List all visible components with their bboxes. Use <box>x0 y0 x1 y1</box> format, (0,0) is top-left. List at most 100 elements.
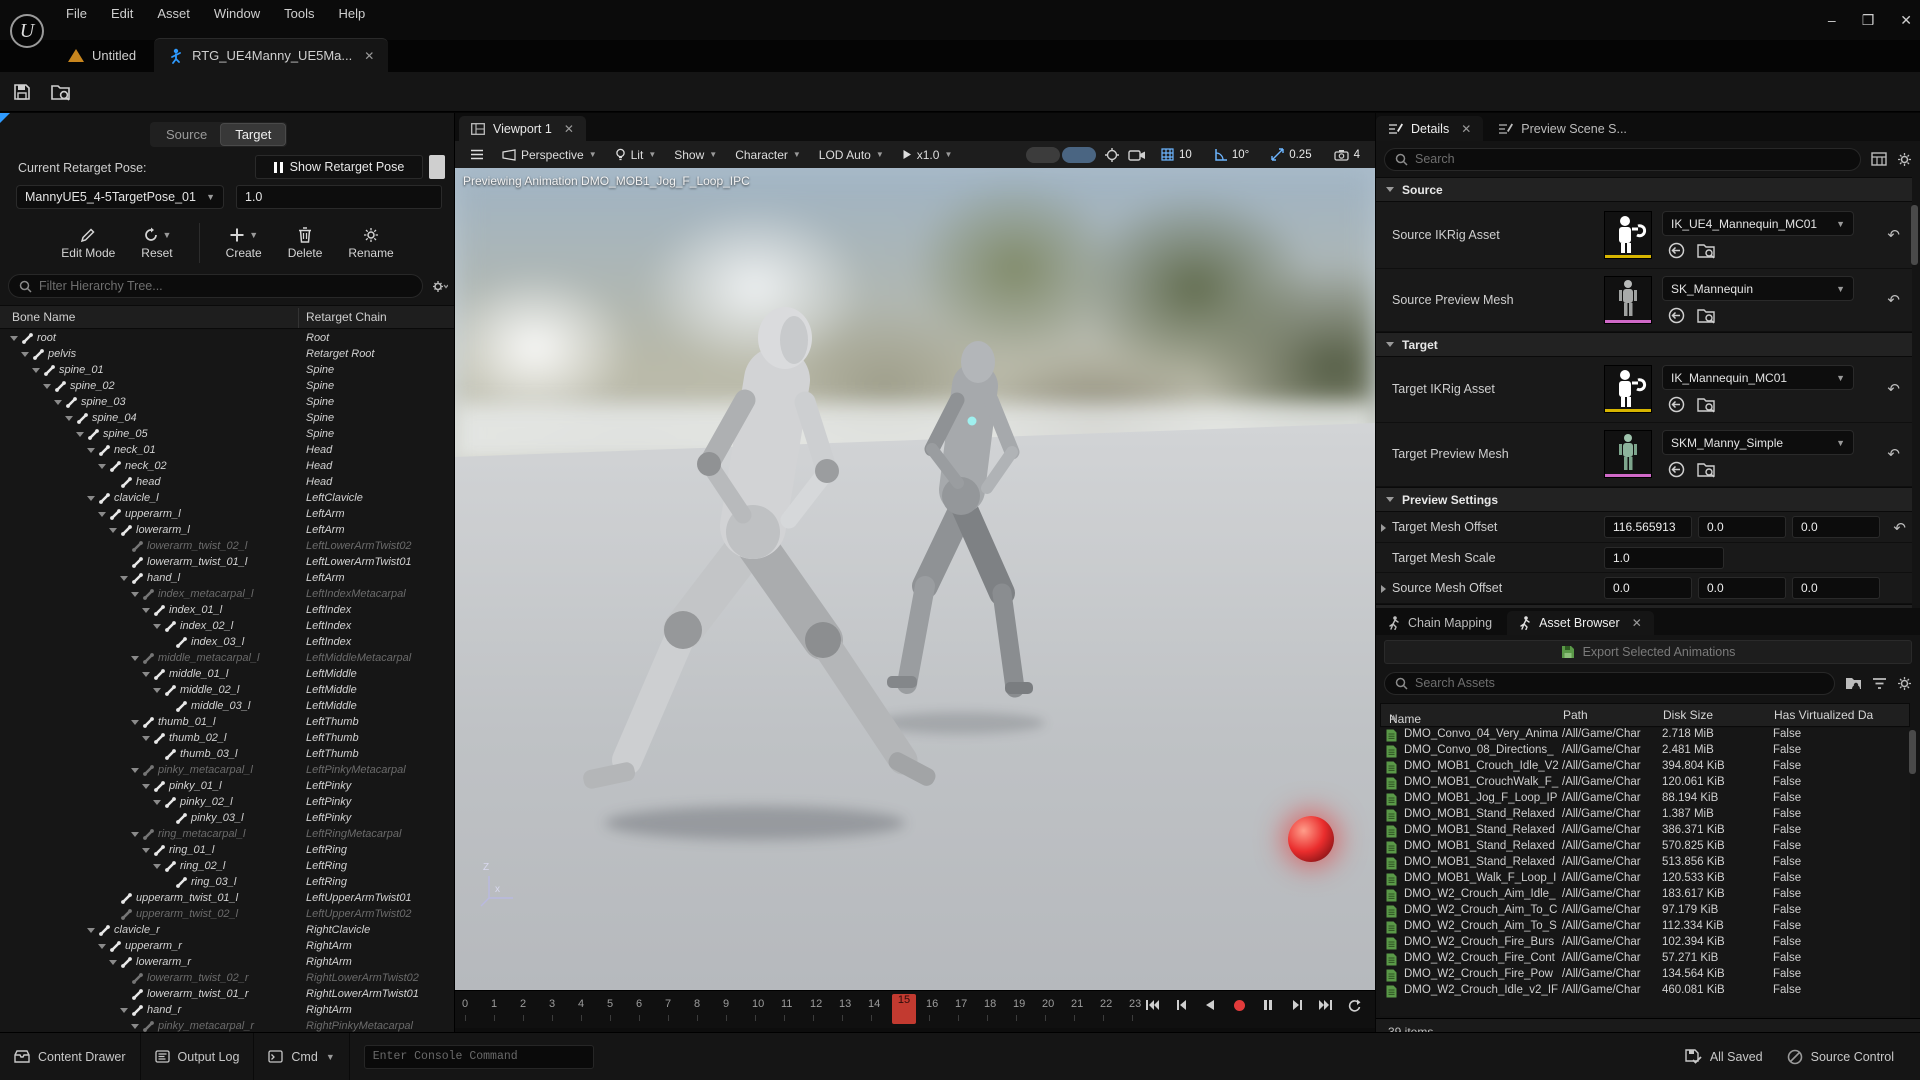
tab-details[interactable]: Details ✕ <box>1376 116 1483 141</box>
viewport-3d-scene[interactable]: Previewing Animation DMO_MOB1_Jog_F_Loop… <box>455 168 1375 990</box>
expander-icon[interactable] <box>87 448 95 453</box>
menu-file[interactable]: File <box>54 2 99 25</box>
browse-to-asset-icon[interactable] <box>1697 461 1716 478</box>
camera-speed-icon[interactable] <box>1128 148 1146 162</box>
expander-icon[interactable] <box>131 768 139 773</box>
create-button[interactable]: ▼Create <box>226 227 262 260</box>
browse-to-asset-icon[interactable] <box>1697 242 1716 259</box>
offset-x-field[interactable]: 0.0 <box>1604 577 1692 599</box>
asset-row[interactable]: DMO_MOB1_Stand_Relaxed/All/Game/Char570.… <box>1380 840 1910 856</box>
tree-row[interactable]: clavicle_lLeftClavicle <box>0 490 455 506</box>
expander-icon[interactable] <box>32 368 40 373</box>
tree-row[interactable]: lowerarm_twist_01_lLeftLowerArmTwist01 <box>0 554 455 570</box>
pause-button[interactable] <box>1258 995 1278 1015</box>
all-saved-status[interactable]: All Saved <box>1685 1049 1763 1064</box>
expander-icon[interactable] <box>131 720 139 725</box>
cmd-dropdown[interactable]: Cmd ▼ <box>254 1033 349 1080</box>
tree-row[interactable]: pinky_01_lLeftPinky <box>0 778 455 794</box>
display-filter-icon[interactable] <box>1871 152 1887 166</box>
pose-dropdown[interactable]: MannyUE5_4-5TargetPose_01 ▼ <box>16 185 224 209</box>
tree-settings-gear-icon[interactable] <box>431 279 448 294</box>
tree-row[interactable]: ring_03_lLeftRing <box>0 874 455 890</box>
frame-label[interactable]: 21 <box>1071 998 1083 1010</box>
asset-list-scrollbar[interactable] <box>1909 730 1916 774</box>
asset-row[interactable]: DMO_MOB1_Stand_Relaxed/All/Game/Char386.… <box>1380 824 1910 840</box>
asset-row[interactable]: DMO_W2_Crouch_Fire_Pow/All/Game/Char134.… <box>1380 968 1910 984</box>
tree-row[interactable]: lowerarm_twist_01_rRightLowerArmTwist01 <box>0 986 455 1002</box>
tree-row[interactable]: upperarm_twist_01_lLeftUpperArmTwist01 <box>0 890 455 906</box>
animation-timeline[interactable]: 01234567891011121314151617181920212223 1… <box>455 990 1375 1028</box>
expander-icon[interactable] <box>131 832 139 837</box>
frame-label[interactable]: 10 <box>752 998 764 1010</box>
frame-label[interactable]: 23 <box>1129 998 1141 1010</box>
ikrig-asset-thumbnail[interactable] <box>1604 365 1652 413</box>
tree-row[interactable]: index_03_lLeftIndex <box>0 634 455 650</box>
asset-row[interactable]: DMO_MOB1_Jog_F_Loop_IP/All/Game/Char88.1… <box>1380 792 1910 808</box>
frame-label[interactable]: 6 <box>636 998 642 1010</box>
tree-row[interactable]: lowerarm_rRightArm <box>0 954 455 970</box>
scale-snap-toggle[interactable]: 0.25 <box>1264 145 1318 164</box>
expander-icon[interactable] <box>98 944 106 949</box>
camera-speed-setting[interactable]: 4 <box>1327 146 1367 164</box>
frame-selection-icon[interactable] <box>1104 147 1120 163</box>
tree-row[interactable]: lowerarm_twist_02_rRightLowerArmTwist02 <box>0 970 455 986</box>
step-back-button[interactable] <box>1171 995 1191 1015</box>
asset-row[interactable]: DMO_Convo_04_Very_Anima/All/Game/Char2.7… <box>1380 728 1910 744</box>
expander-icon[interactable] <box>142 784 150 789</box>
section-preview-settings[interactable]: Preview Settings <box>1376 487 1912 512</box>
tree-row[interactable]: upperarm_lLeftArm <box>0 506 455 522</box>
show-dropdown[interactable]: Show▼ <box>667 145 724 165</box>
tree-row[interactable]: spine_05Spine <box>0 426 455 442</box>
asset-row[interactable]: DMO_MOB1_Stand_Relaxed/All/Game/Char513.… <box>1380 856 1910 872</box>
reset-to-default-icon[interactable]: ↶ <box>1887 226 1900 244</box>
asset-settings-gear-icon[interactable] <box>1897 676 1912 691</box>
menu-asset[interactable]: Asset <box>145 2 202 25</box>
frame-label[interactable]: 7 <box>665 998 671 1010</box>
expander-icon[interactable] <box>142 736 150 741</box>
tree-row[interactable]: index_02_lLeftIndex <box>0 618 455 634</box>
column-has-virtualized[interactable]: Has Virtualized Da <box>1774 708 1873 722</box>
expander-icon[interactable] <box>76 432 84 437</box>
rotation-snap-toggle[interactable]: 10° <box>1207 145 1256 164</box>
show-retarget-pose-button[interactable]: Show Retarget Pose <box>255 155 423 179</box>
reset-to-default-icon[interactable]: ↶ <box>1887 291 1900 309</box>
expander-icon[interactable] <box>10 336 18 341</box>
expander-icon[interactable] <box>120 1008 128 1013</box>
frame-label[interactable]: 12 <box>810 998 822 1010</box>
lod-dropdown[interactable]: LOD Auto▼ <box>812 145 891 165</box>
frame-label[interactable]: 11 <box>781 998 792 1010</box>
tree-row[interactable]: lowerarm_twist_02_lLeftLowerArmTwist02 <box>0 538 455 554</box>
save-icon[interactable] <box>12 82 32 102</box>
frame-label[interactable]: 18 <box>984 998 996 1010</box>
details-scrollbar[interactable] <box>1911 205 1918 265</box>
tree-row[interactable]: pinky_metacarpal_lLeftPinkyMetacarpal <box>0 762 455 778</box>
tree-row[interactable]: middle_01_lLeftMiddle <box>0 666 455 682</box>
rename-button[interactable]: Rename <box>348 227 393 260</box>
target-mesh-dropdown[interactable]: SKM_Manny_Simple▼ <box>1662 430 1854 455</box>
offset-z-field[interactable]: 0.0 <box>1792 577 1880 599</box>
tree-row[interactable]: rootRoot <box>0 330 455 346</box>
tab-asset-browser[interactable]: Asset Browser ✕ <box>1507 611 1654 635</box>
frame-label[interactable]: 13 <box>839 998 851 1010</box>
tree-row[interactable]: thumb_02_lLeftThumb <box>0 730 455 746</box>
tree-row[interactable]: middle_02_lLeftMiddle <box>0 682 455 698</box>
frame-label[interactable]: 14 <box>868 998 880 1010</box>
source-ikrig-dropdown[interactable]: IK_UE4_Mannequin_MC01▼ <box>1662 211 1854 236</box>
filter-hierarchy-input[interactable]: Filter Hierarchy Tree... <box>8 274 423 298</box>
section-target[interactable]: Target <box>1376 332 1912 357</box>
menu-help[interactable]: Help <box>326 2 377 25</box>
playback-speed-dropdown[interactable]: x1.0▼ <box>895 145 960 165</box>
search-assets-input[interactable]: Search Assets <box>1384 672 1835 695</box>
tree-row[interactable]: neck_01Head <box>0 442 455 458</box>
expander-icon[interactable] <box>131 656 139 661</box>
expander-icon[interactable] <box>153 800 161 805</box>
asset-row[interactable]: DMO_MOB1_CrouchWalk_F_/All/Game/Char120.… <box>1380 776 1910 792</box>
tree-row[interactable]: spine_03Spine <box>0 394 455 410</box>
source-mode-tab[interactable]: Source <box>152 124 221 145</box>
tab-preview-scene-settings[interactable]: Preview Scene S... <box>1486 116 1639 141</box>
asset-row[interactable]: DMO_MOB1_Stand_Relaxed/All/Game/Char1.38… <box>1380 808 1910 824</box>
mesh-thumbnail[interactable] <box>1604 430 1652 478</box>
tree-row[interactable]: hand_rRightArm <box>0 1002 455 1018</box>
tree-row[interactable]: ring_01_lLeftRing <box>0 842 455 858</box>
target-ikrig-dropdown[interactable]: IK_Mannequin_MC01▼ <box>1662 365 1854 390</box>
